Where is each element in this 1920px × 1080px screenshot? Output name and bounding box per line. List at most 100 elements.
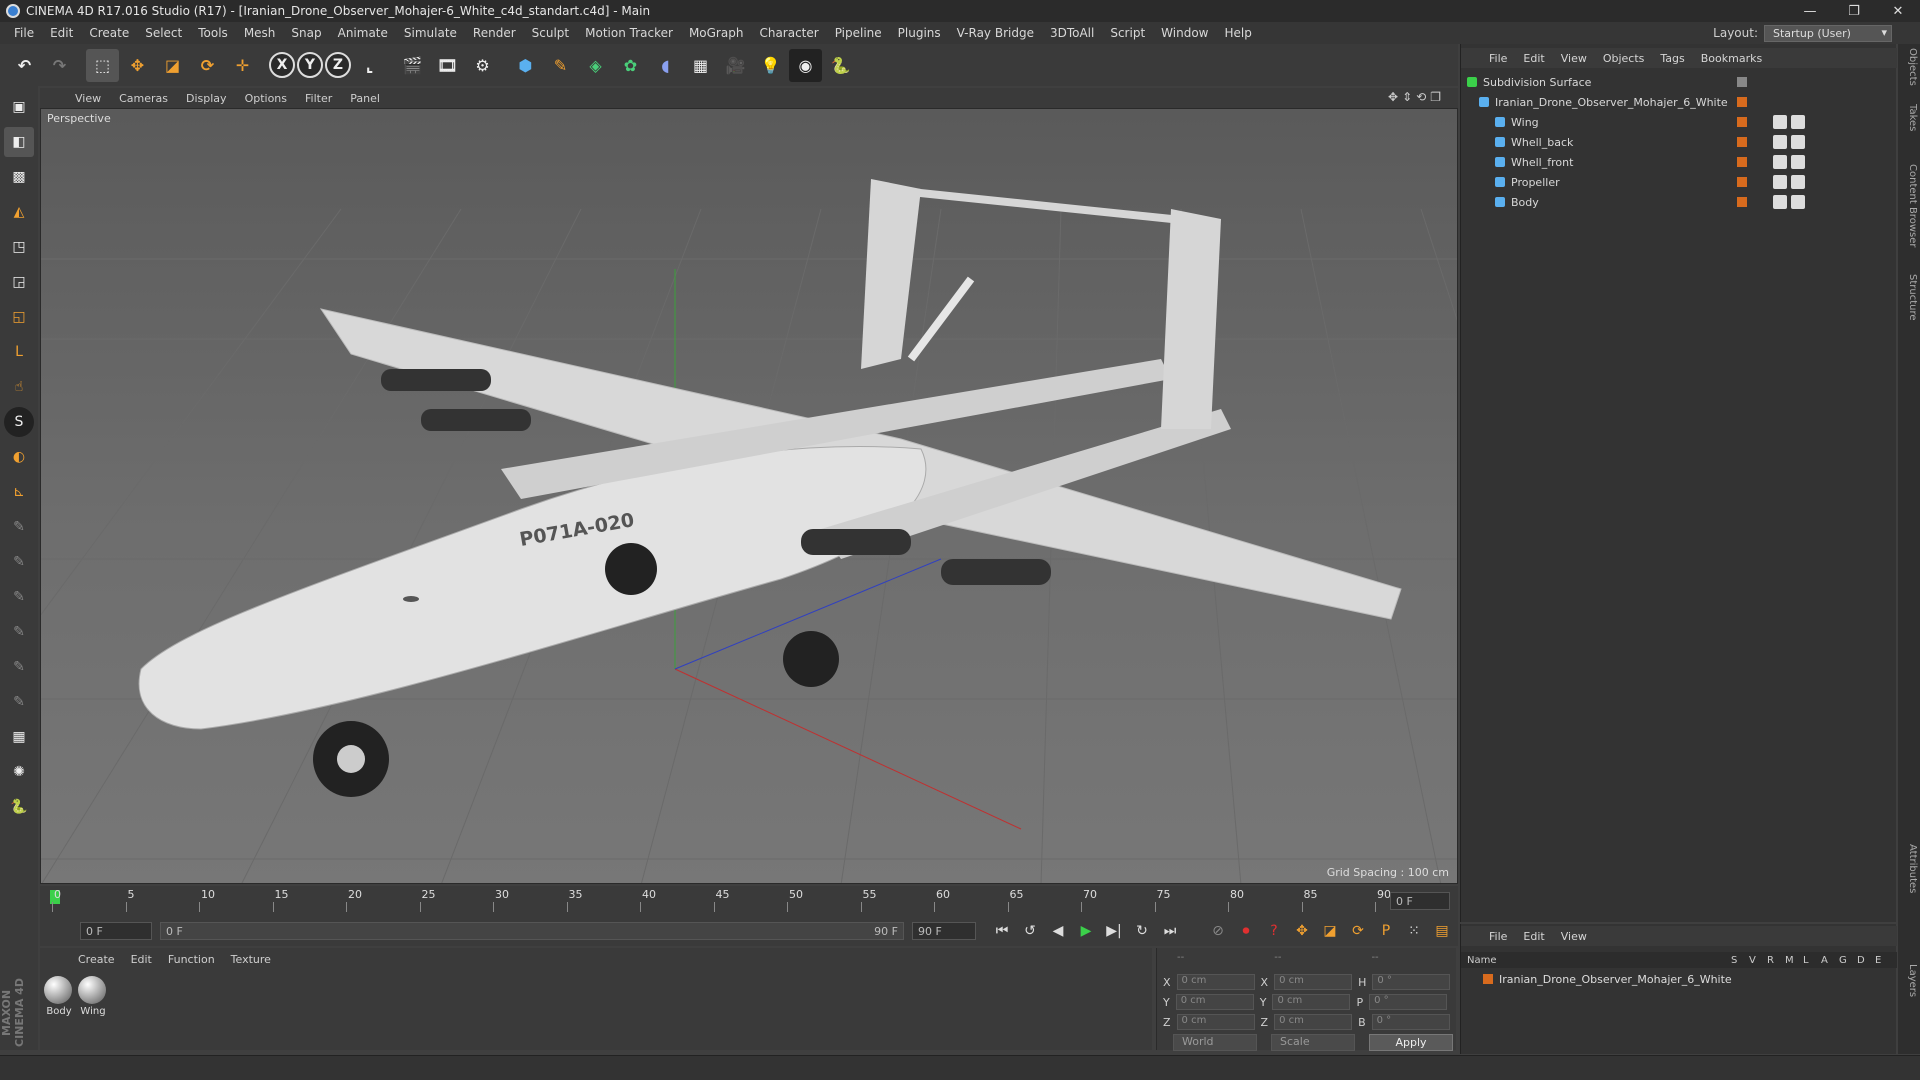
python-script-icon[interactable]: 🐍	[4, 792, 34, 822]
size-x-field[interactable]: 0 cm	[1274, 974, 1353, 990]
side-tab-structure[interactable]: Structure	[1900, 274, 1918, 321]
polygons-mode-icon[interactable]: ◱	[4, 302, 34, 332]
object-menu-edit[interactable]: Edit	[1515, 52, 1552, 65]
python-icon[interactable]: 🐍	[824, 49, 857, 82]
object-menu-tags[interactable]: Tags	[1652, 52, 1692, 65]
coord-mode-dropdown[interactable]: World	[1173, 1034, 1257, 1051]
texture-tag-icon[interactable]	[1791, 135, 1805, 149]
material-tag-icon[interactable]	[1773, 115, 1787, 129]
viewport-menu-view[interactable]: View	[66, 92, 110, 105]
edges-mode-icon[interactable]: ◲	[4, 267, 34, 297]
side-tab-takes[interactable]: Takes	[1900, 104, 1918, 131]
frame-range-slider[interactable]: 0 F 90 F	[160, 922, 904, 940]
end-frame-field[interactable]: 90 F	[912, 922, 976, 940]
texture-mode-icon[interactable]: ▩	[4, 162, 34, 192]
light-icon[interactable]: 💡	[754, 49, 787, 82]
workplane-icon[interactable]: ◭	[4, 197, 34, 227]
menu-select[interactable]: Select	[137, 26, 190, 40]
material-tag-icon[interactable]	[1773, 175, 1787, 189]
object-menu-bookmarks[interactable]: Bookmarks	[1693, 52, 1770, 65]
brush-tool-6-icon[interactable]: ✎	[4, 687, 34, 717]
workplane-axis-icon[interactable]: ⊾	[4, 477, 34, 507]
viewport-menu-panel[interactable]: Panel	[341, 92, 389, 105]
start-frame-field[interactable]: 0 F	[80, 922, 152, 940]
close-icon[interactable]: ✕	[1876, 0, 1920, 22]
key-rotation-icon[interactable]: ⟳	[1346, 919, 1370, 943]
material-tag-icon[interactable]	[1773, 135, 1787, 149]
menu-mesh[interactable]: Mesh	[236, 26, 284, 40]
axis-mode-icon[interactable]: L	[4, 337, 34, 367]
render-view-icon[interactable]: 🎬	[396, 49, 429, 82]
undo-icon[interactable]: ↶	[8, 49, 41, 82]
menu-edit[interactable]: Edit	[42, 26, 81, 40]
minimize-icon[interactable]: —	[1788, 0, 1832, 22]
brush-tool-2-icon[interactable]: ✎	[4, 547, 34, 577]
object-layer-color-swatch[interactable]	[1737, 177, 1747, 187]
key-pla-icon[interactable]: ⁙	[1402, 919, 1426, 943]
timeline-window-icon[interactable]: ▤	[1430, 919, 1454, 943]
position-x-field[interactable]: 0 cm	[1176, 974, 1255, 990]
y-axis-lock-button[interactable]: Y	[297, 52, 323, 78]
material-menu-texture[interactable]: Texture	[223, 953, 279, 966]
menu-help[interactable]: Help	[1216, 26, 1259, 40]
material-wing[interactable]: Wing	[78, 976, 108, 1017]
play-icon[interactable]: ▶	[1074, 919, 1098, 943]
perspective-viewport[interactable]: Perspective P071A-020 Grid Spacing : 100…	[40, 108, 1458, 884]
previous-key-icon[interactable]: ↺	[1018, 919, 1042, 943]
live-selection-icon[interactable]: ⬚	[86, 48, 119, 82]
timeline-ruler[interactable]: 0 5 10 15 20 25 30 35 40 45 50 55 60 65 70 75 80 85 90 0 F	[40, 886, 1458, 916]
menu-script[interactable]: Script	[1102, 26, 1153, 40]
maximize-view-icon[interactable]: ❐	[1430, 90, 1441, 104]
current-frame-field[interactable]: 0 F	[1390, 892, 1450, 910]
cube-primitive-icon[interactable]: ⬢	[509, 49, 542, 82]
autokey-icon[interactable]: ?	[1262, 919, 1286, 943]
menu-sculpt[interactable]: Sculpt	[524, 26, 577, 40]
size-z-field[interactable]: 0 cm	[1274, 1014, 1353, 1030]
object-layer-color-swatch[interactable]	[1737, 97, 1747, 107]
model-mode-icon[interactable]: ◧	[4, 127, 34, 157]
move-tool-icon[interactable]: ✥	[121, 49, 154, 82]
redo-icon[interactable]: ↷	[43, 49, 76, 82]
scale-tool-icon[interactable]: ◪	[156, 49, 189, 82]
cloner-icon[interactable]: ✿	[614, 49, 647, 82]
coord-scale-dropdown[interactable]: Scale	[1271, 1034, 1355, 1051]
layer-menu-edit[interactable]: Edit	[1515, 930, 1552, 943]
brush-tool-3-icon[interactable]: ✎	[4, 582, 34, 612]
menu-file[interactable]: File	[6, 26, 42, 40]
material-menu-edit[interactable]: Edit	[123, 953, 160, 966]
texture-tag-icon[interactable]	[1791, 175, 1805, 189]
deformer-icon[interactable]: ◖	[649, 49, 682, 82]
menu-motion-tracker[interactable]: Motion Tracker	[577, 26, 681, 40]
brush-tool-5-icon[interactable]: ✎	[4, 652, 34, 682]
object-row[interactable]: Subdivision Surface	[1461, 72, 1897, 92]
orbit-icon[interactable]: ⟲	[1416, 90, 1426, 104]
object-layer-color-swatch[interactable]	[1737, 117, 1747, 127]
menu-mograph[interactable]: MoGraph	[681, 26, 752, 40]
texture-tag-icon[interactable]	[1791, 115, 1805, 129]
material-menu-create[interactable]: Create	[70, 953, 123, 966]
layer-menu-file[interactable]: File	[1481, 930, 1515, 943]
menu-pipeline[interactable]: Pipeline	[827, 26, 890, 40]
render-settings-icon[interactable]: ⚙	[466, 49, 499, 82]
object-row[interactable]: Whell_front	[1461, 152, 1897, 172]
go-to-end-icon[interactable]: ⏭	[1158, 919, 1182, 943]
snap-icon[interactable]: S	[4, 407, 34, 437]
tweak-mode-icon[interactable]: ☝	[4, 372, 34, 402]
object-layer-color-swatch[interactable]	[1737, 197, 1747, 207]
key-scale-icon[interactable]: ◪	[1318, 919, 1342, 943]
layer-menu-view[interactable]: View	[1553, 930, 1595, 943]
position-y-field[interactable]: 0 cm	[1175, 994, 1254, 1010]
side-tab-content-browser[interactable]: Content Browser	[1900, 164, 1918, 247]
next-frame-icon[interactable]: ▶|	[1102, 919, 1126, 943]
rotation-b-field[interactable]: 0 °	[1371, 1014, 1450, 1030]
next-key-icon[interactable]: ↻	[1130, 919, 1154, 943]
viewport-menu-cameras[interactable]: Cameras	[110, 92, 177, 105]
object-layer-color-swatch[interactable]	[1737, 157, 1747, 167]
previous-frame-icon[interactable]: ◀	[1046, 919, 1070, 943]
brush-tool-1-icon[interactable]: ✎	[4, 512, 34, 542]
object-row[interactable]: Wing	[1461, 112, 1897, 132]
rotation-h-field[interactable]: 0 °	[1372, 974, 1451, 990]
menu-v-ray-bridge[interactable]: V-Ray Bridge	[949, 26, 1042, 40]
subdivision-nurbs-icon[interactable]: ◈	[579, 49, 612, 82]
rotate-tool-icon[interactable]: ⟳	[191, 49, 224, 82]
